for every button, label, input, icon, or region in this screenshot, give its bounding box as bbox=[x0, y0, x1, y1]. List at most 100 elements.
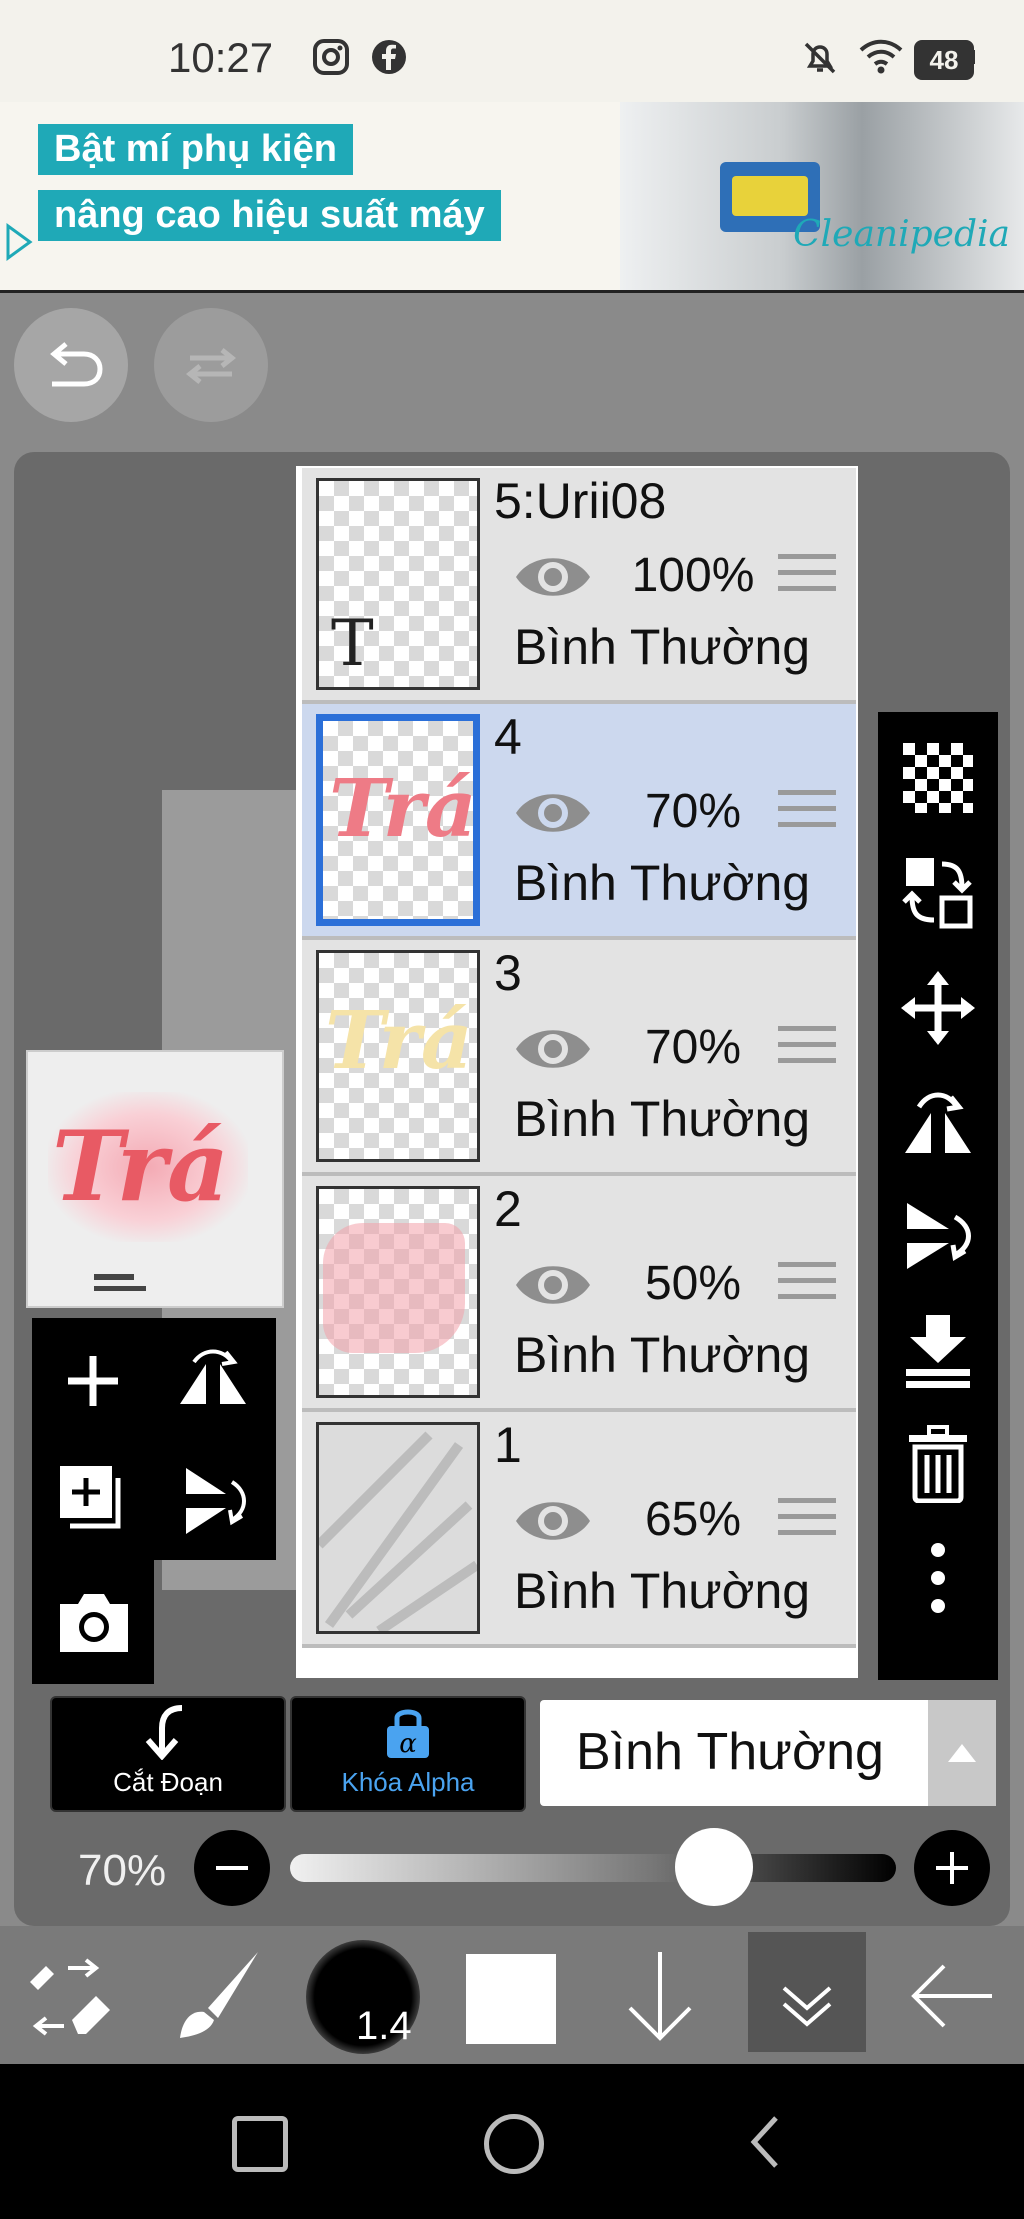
flip-horizontal-icon bbox=[905, 1092, 971, 1153]
layer-swap-button[interactable] bbox=[878, 842, 998, 942]
more-vertical-icon bbox=[931, 1543, 945, 1613]
tool-switch-icon[interactable] bbox=[24, 1956, 114, 2040]
flip-vertical-icon[interactable] bbox=[172, 1460, 254, 1542]
left-layer-tools bbox=[32, 1318, 276, 1684]
adchoices-icon[interactable] bbox=[4, 222, 34, 262]
clipping-button[interactable]: Cắt Đoạn bbox=[50, 1696, 286, 1812]
status-bar: 10:27 48 bbox=[0, 0, 1024, 102]
opacity-slider-handle[interactable] bbox=[675, 1828, 754, 1906]
layer-row-selected[interactable]: Trá 4 70% Bình Thường bbox=[302, 704, 856, 940]
ad-line-1: Bật mí phụ kiện bbox=[38, 124, 353, 175]
collapse-layers-button[interactable] bbox=[748, 1932, 866, 2052]
pink-blob bbox=[323, 1223, 465, 1353]
drag-handle-icon[interactable] bbox=[778, 1026, 836, 1074]
canvas-thumbnail[interactable]: Trá bbox=[26, 1050, 284, 1308]
palm-shadow bbox=[319, 1431, 477, 1631]
layer-thumbnail[interactable]: Trá bbox=[316, 714, 480, 926]
flip-horizontal-icon[interactable] bbox=[172, 1340, 254, 1422]
layer-row[interactable]: 2 50% Bình Thường bbox=[302, 1176, 856, 1412]
layer-name: 3 bbox=[494, 945, 522, 1001]
move-icon bbox=[901, 971, 975, 1045]
opacity-increase-button[interactable] bbox=[914, 1830, 990, 1906]
layer-thumbnail[interactable]: Trá bbox=[316, 950, 480, 1162]
double-chevron-down-icon bbox=[782, 1986, 832, 2027]
brush-size-value: 1.4 bbox=[356, 2004, 412, 2048]
yellow-lettering: Trá bbox=[325, 993, 473, 1087]
ad-banner[interactable]: Bật mí phụ kiện nâng cao hiệu suất máy C… bbox=[0, 102, 1024, 293]
brush-icon[interactable] bbox=[168, 1946, 268, 2046]
ad-brand: Cleanipedia bbox=[793, 214, 1010, 255]
opacity-decrease-button[interactable] bbox=[194, 1830, 270, 1906]
delete-layer-button[interactable] bbox=[878, 1414, 998, 1514]
layer-blend-mode: Bình Thường bbox=[514, 1563, 811, 1619]
status-time: 10:27 bbox=[168, 34, 274, 81]
visibility-eye-icon[interactable] bbox=[512, 784, 594, 842]
minus-icon bbox=[216, 1866, 248, 1870]
color-swatch[interactable] bbox=[466, 1954, 556, 2044]
drag-handle-icon[interactable] bbox=[778, 1262, 836, 1310]
checker-icon bbox=[903, 743, 973, 813]
layer-row[interactable]: T 5:Urii08 100% Bình Thường bbox=[302, 468, 856, 704]
layer-blend-mode: Bình Thường bbox=[514, 1091, 811, 1147]
move-button[interactable] bbox=[878, 958, 998, 1058]
merge-down-button[interactable] bbox=[878, 1300, 998, 1400]
layer-name: 2 bbox=[494, 1181, 522, 1237]
layer-blend-mode: Bình Thường bbox=[514, 619, 811, 675]
blend-mode-dropdown-arrow[interactable] bbox=[928, 1700, 996, 1806]
more-options-button[interactable] bbox=[878, 1528, 998, 1628]
layer-thumbnail[interactable]: T bbox=[316, 478, 480, 690]
layer-row[interactable]: 1 65% Bình Thường bbox=[302, 1412, 856, 1648]
drag-handle-icon[interactable] bbox=[778, 554, 836, 602]
flip-vertical-button[interactable] bbox=[878, 1186, 998, 1286]
system-nav-bar bbox=[0, 2064, 1024, 2219]
flip-vertical-icon bbox=[907, 1203, 971, 1269]
ad-product-image bbox=[620, 102, 1024, 290]
instagram-icon bbox=[313, 39, 349, 75]
layers-panel: T 5:Urii08 100% Bình Thường Trá 4 70% Bì… bbox=[296, 466, 858, 1678]
redo-icon bbox=[185, 348, 237, 384]
plus-icon bbox=[936, 1852, 968, 1884]
camera-icon[interactable] bbox=[54, 1584, 134, 1660]
flip-horizontal-button[interactable] bbox=[878, 1072, 998, 1172]
lock-icon: α bbox=[387, 1709, 429, 1759]
clipping-label: Cắt Đoạn bbox=[113, 1767, 223, 1797]
layer-name: 1 bbox=[494, 1417, 522, 1473]
layer-actions-toolbar bbox=[878, 712, 998, 1680]
drag-handle-icon[interactable] bbox=[778, 1498, 836, 1546]
back-arrow-icon[interactable] bbox=[908, 1956, 996, 2036]
duplicate-layer-icon[interactable] bbox=[54, 1460, 134, 1540]
layer-thumbnail[interactable] bbox=[316, 1186, 480, 1398]
layer-name: 5:Urii08 bbox=[494, 473, 667, 529]
blend-mode-value: Bình Thường bbox=[576, 1723, 884, 1781]
layer-blend-mode: Bình Thường bbox=[514, 855, 811, 911]
nav-back-button[interactable] bbox=[746, 2112, 786, 2172]
bottom-toolbar: 1.4 bbox=[0, 1926, 1024, 2064]
brush-size-button[interactable]: 1.4 bbox=[306, 1940, 420, 2054]
battery-level: 48 bbox=[929, 45, 959, 75]
recent-apps-button[interactable] bbox=[232, 2116, 288, 2172]
visibility-eye-icon[interactable] bbox=[512, 1020, 594, 1078]
thumbnail-lettering: Trá bbox=[52, 1110, 230, 1223]
arrow-down-icon[interactable] bbox=[618, 1946, 702, 2046]
layer-row[interactable]: Trá 3 70% Bình Thường bbox=[302, 940, 856, 1176]
merge-down-icon bbox=[906, 1315, 970, 1388]
layer-thumbnail[interactable] bbox=[316, 1422, 480, 1634]
svg-text:α: α bbox=[399, 1729, 417, 1759]
transparent-fill-button[interactable] bbox=[878, 728, 998, 828]
home-button[interactable] bbox=[484, 2114, 544, 2174]
visibility-eye-icon[interactable] bbox=[512, 1256, 594, 1314]
alpha-lock-label: Khóa Alpha bbox=[341, 1767, 475, 1797]
drag-handle-icon[interactable] bbox=[778, 790, 836, 838]
add-layer-icon[interactable] bbox=[52, 1340, 134, 1422]
redo-button[interactable] bbox=[154, 308, 268, 422]
visibility-eye-icon[interactable] bbox=[512, 548, 594, 606]
facebook-icon bbox=[372, 40, 406, 74]
opacity-percent: 70% bbox=[78, 1846, 167, 1895]
undo-button[interactable] bbox=[14, 308, 128, 422]
undo-icon bbox=[50, 342, 103, 387]
blend-mode-select[interactable]: Bình Thường bbox=[540, 1700, 996, 1806]
opacity-slider-track[interactable] bbox=[290, 1854, 896, 1882]
alpha-lock-button[interactable]: α Khóa Alpha bbox=[290, 1696, 526, 1812]
battery-tip bbox=[970, 50, 975, 64]
visibility-eye-icon[interactable] bbox=[512, 1492, 594, 1550]
